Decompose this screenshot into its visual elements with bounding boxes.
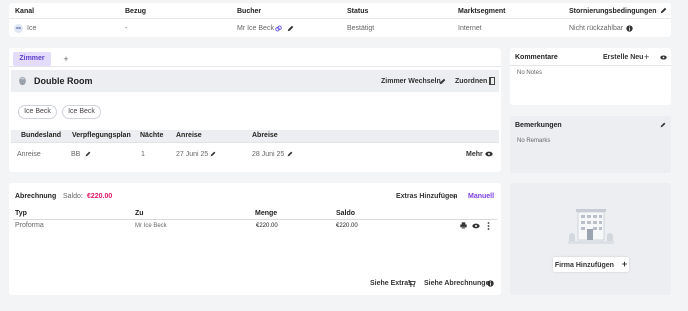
assign-icon[interactable] [489,77,495,87]
storno-value: Nicht rückzahlbar [569,25,624,32]
add-company-button[interactable]: Firma Hinzufügen + [553,257,629,272]
assign-button[interactable]: Zuordnen [455,78,487,85]
printer-icon[interactable] [460,222,467,231]
see-extras-button[interactable]: Siehe Extras [370,280,412,287]
tab-add[interactable]: + [54,52,78,66]
plus-icon: + [621,259,628,269]
marktsegment-value: Internet [458,25,482,32]
col-bezug: Bezug [125,8,146,15]
plus-icon[interactable]: + [452,192,457,202]
add-extras-button[interactable]: Extras Hinzufügen [396,193,457,200]
pencil-icon[interactable] [210,151,216,159]
billing-row: Proforma Mr Ice Beck €220.00 €220.00 [13,220,497,232]
pencil-icon[interactable] [85,151,91,159]
guest-chip-2[interactable]: Ice Beck [62,105,101,119]
remarks-empty: No Remarks [517,138,551,144]
comments-card: Kommentare Erstelle Neu + No Notes [510,48,671,105]
create-comment-button[interactable]: Erstelle Neu [603,54,643,61]
billing-card: Abrechnung Saldo: €220.00 Extras Hinzufü… [9,183,501,295]
saldo-label: Saldo: [63,193,83,200]
pencil-icon[interactable] [660,122,666,130]
room-card: Zimmer + Double Room Zimmer Wechseln Zuo… [9,48,501,172]
more-vertical-icon[interactable] [487,222,490,232]
col-stornierung: Stornierungsbedingungen [569,8,657,15]
col-bucher: Bucher [237,8,262,15]
manual-button[interactable]: Manuell [468,193,494,200]
saldo-value: €220.00 [87,193,113,200]
info-icon[interactable] [487,280,494,289]
pencil-icon[interactable] [660,7,667,16]
more-button[interactable]: Mehr [466,151,483,158]
comments-title: Kommentare [515,54,558,61]
company-card: Firma Hinzufügen + [510,183,671,295]
eye-icon[interactable] [472,223,480,231]
guest-chip-1[interactable]: Ice Beck [18,105,57,119]
remarks-title: Bemerkungen [515,122,562,129]
tab-zimmer[interactable]: Zimmer [13,52,51,66]
info-icon[interactable] [626,25,633,34]
eye-icon[interactable] [485,151,493,159]
room-table-row: Anreise BB 1 27 Juni 25 28 Juni 25 Mehr [11,144,499,164]
channel-logo: ICE [14,24,23,33]
see-billings-button[interactable]: Siehe Abrechnungen [424,280,494,287]
pencil-icon[interactable] [287,25,294,34]
plus-icon[interactable]: + [644,52,649,62]
bed-icon [18,76,27,88]
status-value: Bestätigt [347,25,375,32]
link-icon[interactable] [275,25,282,34]
comments-empty: No Notes [517,70,543,76]
col-kanal: Kanal [15,8,35,15]
col-status: Status [347,8,369,15]
pencil-icon[interactable] [287,151,293,159]
booking-summary-card: Kanal Bezug Bucher Status Marktsegment S… [9,3,671,37]
kanal-value: Ice [27,25,37,32]
pencil-icon[interactable] [439,78,446,87]
bucher-value[interactable]: Mr Ice Beck [237,25,274,32]
room-table-header: Bundesland Verpflegungsplan Nächte Anrei… [11,130,499,142]
cart-icon[interactable] [408,280,416,289]
change-room-button[interactable]: Zimmer Wechseln [381,78,441,85]
remarks-card: Bemerkungen No Remarks [510,116,671,173]
billing-title: Abrechnung [15,193,57,200]
eye-icon[interactable] [660,55,667,62]
room-title: Double Room [34,76,93,86]
bezug-value: - [125,25,128,32]
building-icon [566,207,616,249]
col-marktsegment: Marktsegment [458,8,506,15]
room-header: Double Room Zimmer Wechseln Zuordnen [11,70,499,92]
